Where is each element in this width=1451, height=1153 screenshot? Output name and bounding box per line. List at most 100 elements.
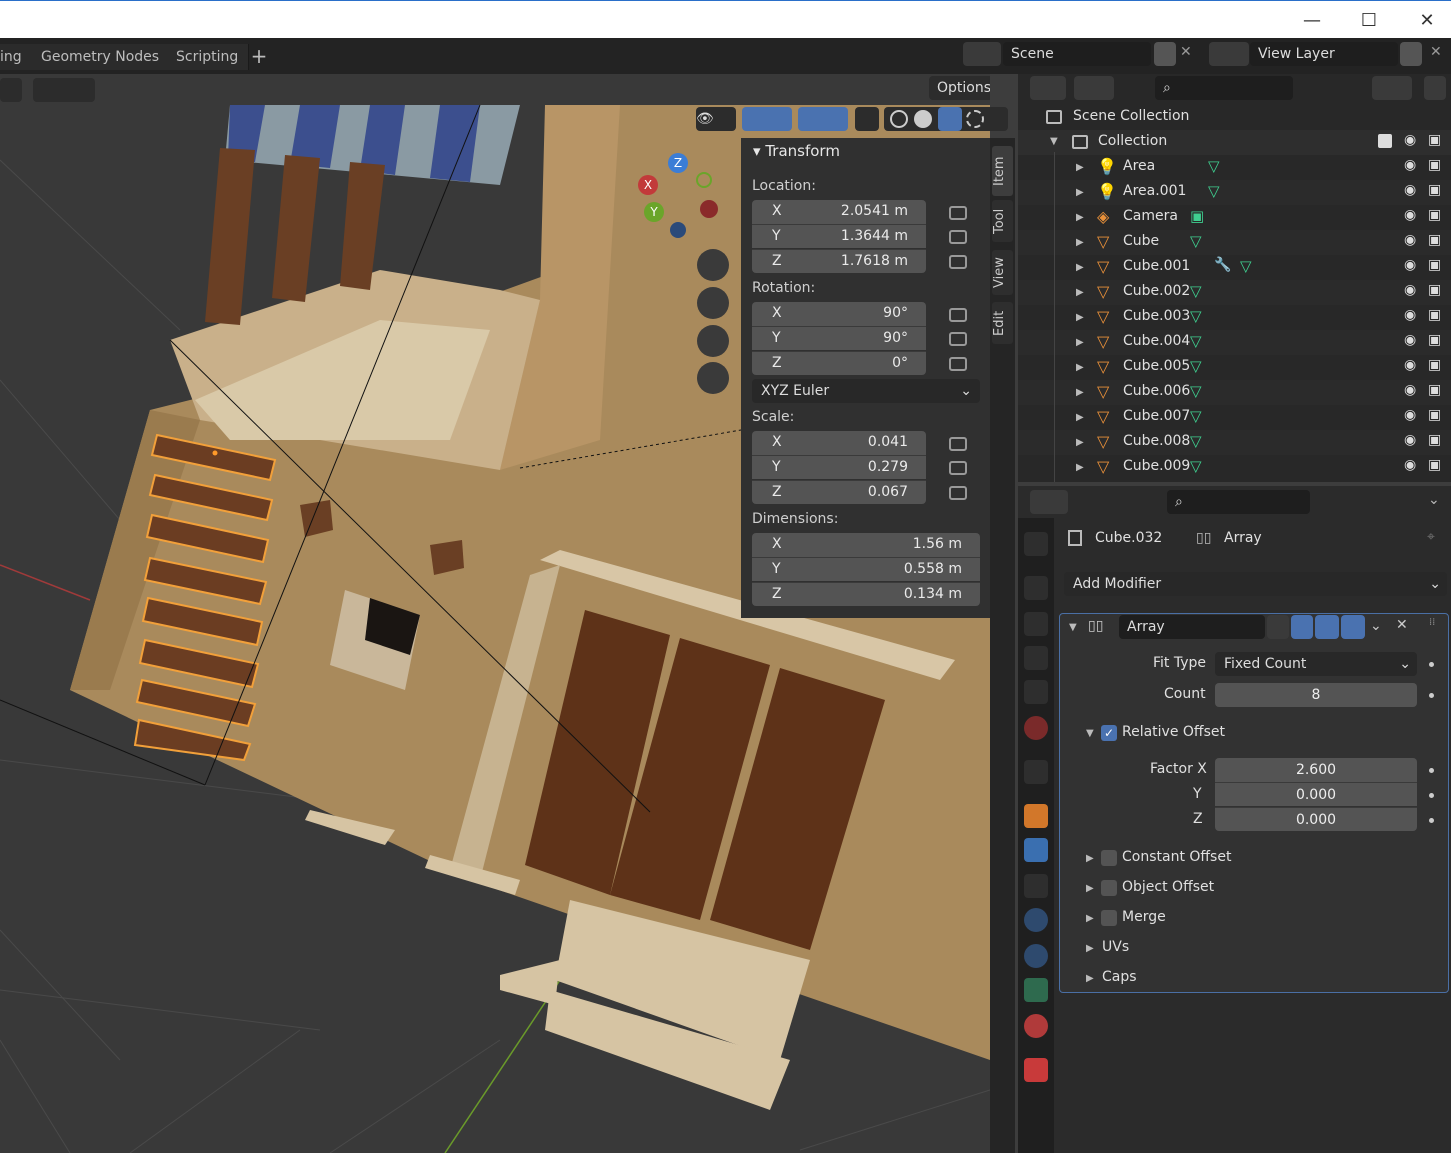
view-layer-field[interactable]: View Layer [1250, 42, 1398, 66]
tab-geometry-nodes[interactable]: Geometry Nodes [31, 44, 171, 70]
lock-icon[interactable] [949, 255, 967, 269]
keyframe-dot[interactable] [1429, 768, 1434, 773]
outliner-row[interactable]: ▶ ▽ Cube.005 ▽ ◉ ▣ [1018, 355, 1451, 380]
camera-view-icon[interactable] [697, 325, 729, 357]
dimensions-y-field[interactable]: Y 0.558 m [752, 557, 980, 581]
tab-item[interactable]: Item [992, 146, 1013, 196]
render-camera-icon[interactable]: ▣ [1428, 382, 1441, 398]
render-camera-icon[interactable]: ▣ [1428, 257, 1441, 273]
scene-selector-icon[interactable] [963, 42, 1001, 66]
lock-icon[interactable] [949, 357, 967, 371]
drag-handle-icon[interactable]: ⁞⁞ [1429, 617, 1435, 628]
gizmo-z-axis[interactable]: Z [668, 153, 688, 173]
caps-section-label[interactable]: Caps [1102, 969, 1137, 985]
render-toggle-icon[interactable] [1341, 615, 1365, 639]
outliner-row[interactable]: ▶ ▽ Cube.004 ▽ ◉ ▣ [1018, 330, 1451, 355]
new-scene-icon[interactable] [1154, 42, 1176, 66]
mesh-data-icon[interactable]: ▽ [1190, 457, 1202, 475]
outliner-row[interactable]: ▶ ▽ Cube.009 ▽ ◉ ▣ [1018, 455, 1451, 480]
eye-icon[interactable]: ◉ [1404, 307, 1416, 323]
keyframe-dot[interactable] [1429, 662, 1434, 667]
maximize-button[interactable]: ☐ [1339, 1, 1399, 39]
outliner-row[interactable]: ▶ ▽ Cube.007 ▽ ◉ ▣ [1018, 405, 1451, 430]
scale-z-field[interactable]: Z 0.067 [752, 480, 926, 504]
outliner-search-input[interactable]: ⌕ [1155, 76, 1293, 100]
outliner-row[interactable]: ▶ ▽ Cube.003 ▽ ◉ ▣ [1018, 305, 1451, 330]
close-icon[interactable]: ✕ [1396, 617, 1408, 633]
expand-triangle-icon[interactable]: ▶ [1076, 262, 1084, 273]
eye-icon[interactable]: ◉ [1404, 282, 1416, 298]
expand-triangle-icon[interactable]: ▶ [1076, 362, 1084, 373]
expand-triangle-icon[interactable]: ▶ [1086, 883, 1094, 894]
tab-edit[interactable]: Edit [992, 302, 1013, 344]
rotation-y-field[interactable]: Y 90° [752, 326, 926, 350]
expand-triangle-icon[interactable]: ▶ [1076, 337, 1084, 348]
outliner-row-scene-collection[interactable]: Scene Collection [1018, 105, 1451, 130]
overlays-toggle-icon[interactable] [798, 107, 848, 131]
pan-hand-icon[interactable] [697, 287, 729, 319]
navigation-gizmo[interactable]: Z X Y [630, 150, 730, 245]
dimensions-z-field[interactable]: Z 0.134 m [752, 582, 980, 606]
delete-view-layer-icon[interactable]: ✕ [1430, 44, 1442, 60]
filter-icon[interactable] [1372, 76, 1412, 100]
lock-icon[interactable] [949, 461, 967, 475]
outliner-row[interactable]: ▶ ◈ Camera ▣ ◉ ▣ [1018, 205, 1451, 230]
outliner-row[interactable]: ▶ 💡 Area ▽ ◉ ▣ [1018, 155, 1451, 180]
eye-icon[interactable]: ◉ [1404, 132, 1416, 148]
rotation-x-field[interactable]: X 90° [752, 302, 926, 326]
properties-search-input[interactable]: ⌕ [1167, 490, 1310, 514]
expand-triangle-icon[interactable]: ▶ [1076, 187, 1084, 198]
expand-triangle-icon[interactable]: ▶ [1076, 462, 1084, 473]
render-camera-icon[interactable]: ▣ [1428, 207, 1441, 223]
eye-icon[interactable]: ◉ [1404, 182, 1416, 198]
mesh-data-icon[interactable]: ▽ [1190, 332, 1202, 350]
mesh-data-icon[interactable]: ▽ [1190, 307, 1202, 325]
gizmo-neg-x[interactable] [700, 200, 718, 218]
keyframe-dot[interactable] [1429, 693, 1434, 698]
factor-y-field[interactable]: 0.000 [1215, 782, 1417, 806]
transform-header[interactable]: ▾ Transform [753, 142, 840, 160]
location-x-field[interactable]: X 2.0541 m [752, 200, 926, 224]
chevron-down-icon[interactable]: ⌄ [1370, 618, 1382, 634]
tab-tool[interactable]: Tool [992, 200, 1013, 242]
data-tab-icon[interactable] [1024, 978, 1048, 1002]
render-camera-icon[interactable]: ▣ [1428, 307, 1441, 323]
keyframe-dot[interactable] [1429, 793, 1434, 798]
rendered-shading-icon[interactable] [966, 110, 984, 128]
eye-icon[interactable]: ◉ [1404, 257, 1416, 273]
shading-modes-group[interactable] [884, 107, 1008, 131]
tab-modeling[interactable]: ing [0, 44, 33, 70]
rotation-z-field[interactable]: Z 0° [752, 351, 926, 375]
gizmo-neg-z[interactable] [670, 222, 686, 238]
gizmo-neg-y[interactable] [696, 172, 712, 188]
outliner-row-collection[interactable]: ▼ Collection ◉ ▣ [1018, 130, 1451, 155]
light-data-icon[interactable]: ▽ [1208, 182, 1220, 200]
on-cage-toggle-icon[interactable] [1291, 615, 1313, 639]
eye-icon[interactable]: ◉ [1404, 382, 1416, 398]
proportional-edit-icon[interactable] [33, 78, 95, 102]
tab-view[interactable]: View [992, 250, 1013, 295]
wireframe-shading-icon[interactable] [890, 110, 908, 128]
mesh-data-icon[interactable]: ▽ [1190, 357, 1202, 375]
lock-icon[interactable] [949, 206, 967, 220]
fit-type-dropdown[interactable]: Fixed Count ⌄ [1215, 652, 1417, 676]
camera-data-icon[interactable]: ▣ [1190, 207, 1204, 225]
object-offset-checkbox[interactable] [1101, 880, 1117, 896]
merge-checkbox[interactable] [1101, 910, 1117, 926]
gizmo-toggle-icon[interactable] [742, 107, 792, 131]
location-y-field[interactable]: Y 1.3644 m [752, 224, 926, 248]
outliner-row[interactable]: ▶ ▽ Cube.002 ▽ ◉ ▣ [1018, 280, 1451, 305]
mesh-data-icon[interactable]: ▽ [1190, 382, 1202, 400]
ortho-grid-icon[interactable] [697, 362, 729, 394]
object-tab-icon[interactable] [1024, 804, 1048, 828]
expand-triangle-icon[interactable]: ▶ [1076, 387, 1084, 398]
scene-tab-icon[interactable] [1024, 680, 1048, 704]
outliner-row[interactable]: ▶ ▽ Cube ▽ ◉ ▣ [1018, 230, 1451, 255]
add-workspace-button[interactable]: + [247, 44, 271, 70]
tool-tab-icon[interactable] [1024, 532, 1048, 556]
expand-triangle-icon[interactable]: ▶ [1076, 437, 1084, 448]
expand-triangle-icon[interactable]: ▶ [1086, 943, 1094, 954]
mesh-data-icon[interactable]: ▽ [1190, 432, 1202, 450]
eye-icon[interactable]: ◉ [1404, 207, 1416, 223]
mode-dropdown-icon[interactable] [0, 78, 22, 102]
